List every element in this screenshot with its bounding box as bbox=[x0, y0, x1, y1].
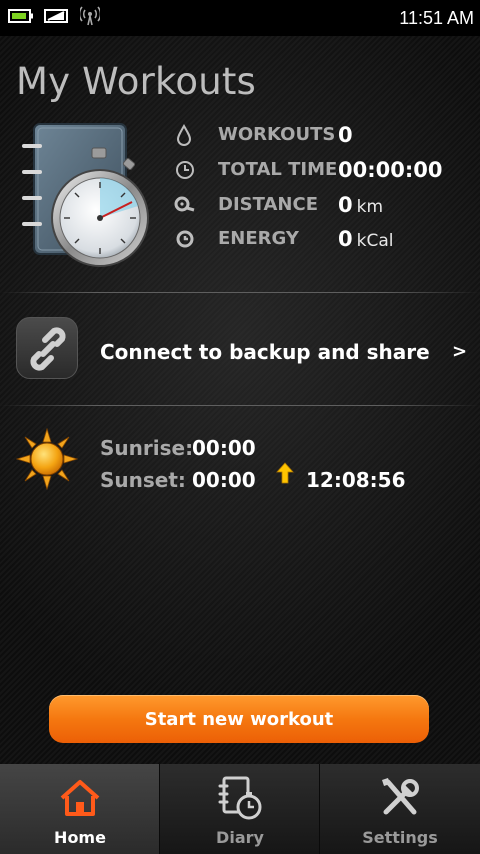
stat-number: 0 bbox=[338, 227, 353, 251]
status-time: 11:51 AM bbox=[399, 7, 474, 28]
sunset-value: 00:00 bbox=[192, 468, 256, 492]
stat-distance: DISTANCE 0 km bbox=[172, 190, 472, 220]
link-icon bbox=[16, 317, 78, 379]
battery-icon bbox=[8, 8, 34, 28]
wifi-icon bbox=[78, 6, 102, 30]
stat-label: TOTAL TIME bbox=[218, 159, 338, 180]
stat-unit: km bbox=[356, 197, 384, 217]
stat-label: WORKOUTS bbox=[218, 124, 336, 145]
sunrise-label: Sunrise: bbox=[100, 436, 194, 460]
distance-icon bbox=[172, 193, 198, 217]
page-title: My Workouts bbox=[16, 60, 257, 103]
clock-icon bbox=[172, 158, 198, 182]
tab-label: Diary bbox=[216, 828, 264, 847]
arrow-up-icon bbox=[276, 462, 294, 484]
sunset-label: Sunset: bbox=[100, 468, 186, 492]
sun-icon bbox=[15, 427, 79, 491]
daylight-value: 12:08:56 bbox=[306, 468, 406, 492]
no-signal-icon bbox=[44, 8, 70, 28]
stat-value: 0 kCal bbox=[338, 227, 393, 251]
settings-icon bbox=[376, 774, 424, 822]
divider bbox=[0, 405, 480, 406]
energy-icon bbox=[172, 227, 198, 251]
connect-backup-row[interactable]: Connect to backup and share > bbox=[0, 298, 480, 404]
daylight-duration: 12:08:56 bbox=[306, 468, 406, 492]
home-icon bbox=[56, 774, 104, 822]
tab-settings[interactable]: Settings bbox=[320, 764, 480, 854]
drop-icon bbox=[172, 123, 198, 147]
stat-value: 0 bbox=[338, 123, 353, 147]
diary-icon bbox=[216, 774, 264, 822]
stat-unit: kCal bbox=[356, 231, 394, 251]
tab-diary[interactable]: Diary bbox=[160, 764, 320, 854]
start-workout-button[interactable]: Start new workout bbox=[49, 695, 429, 743]
status-bar: 11:51 AM bbox=[0, 0, 480, 36]
sunrise-value: 00:00 bbox=[192, 436, 256, 460]
tab-label: Settings bbox=[362, 828, 438, 847]
tab-label: Home bbox=[54, 828, 106, 847]
stat-value: 0 km bbox=[338, 193, 383, 217]
bottom-tab-bar: Home Diary Settings bbox=[0, 764, 480, 854]
connect-label: Connect to backup and share bbox=[100, 340, 430, 364]
stat-total-time: TOTAL TIME 00:00:00 bbox=[172, 155, 472, 185]
status-icons bbox=[8, 6, 102, 30]
sunset-row: Sunset: 00:00 bbox=[100, 468, 256, 492]
stat-value: 00:00:00 bbox=[338, 158, 443, 182]
stat-label: DISTANCE bbox=[218, 194, 318, 215]
divider bbox=[0, 292, 480, 293]
stat-number: 0 bbox=[338, 193, 353, 217]
notebook-stopwatch-icon bbox=[20, 122, 170, 272]
stat-label: ENERGY bbox=[218, 228, 299, 249]
stat-energy: ENERGY 0 kCal bbox=[172, 224, 472, 254]
stat-workouts: WORKOUTS 0 bbox=[172, 120, 472, 150]
chevron-right-icon: > bbox=[452, 341, 468, 362]
home-panel: My Workouts WORKOUTS 0 TOTAL TIME 00:00:… bbox=[0, 36, 480, 764]
tab-home[interactable]: Home bbox=[0, 764, 160, 854]
sunrise-row: Sunrise: 00:00 bbox=[100, 436, 256, 460]
